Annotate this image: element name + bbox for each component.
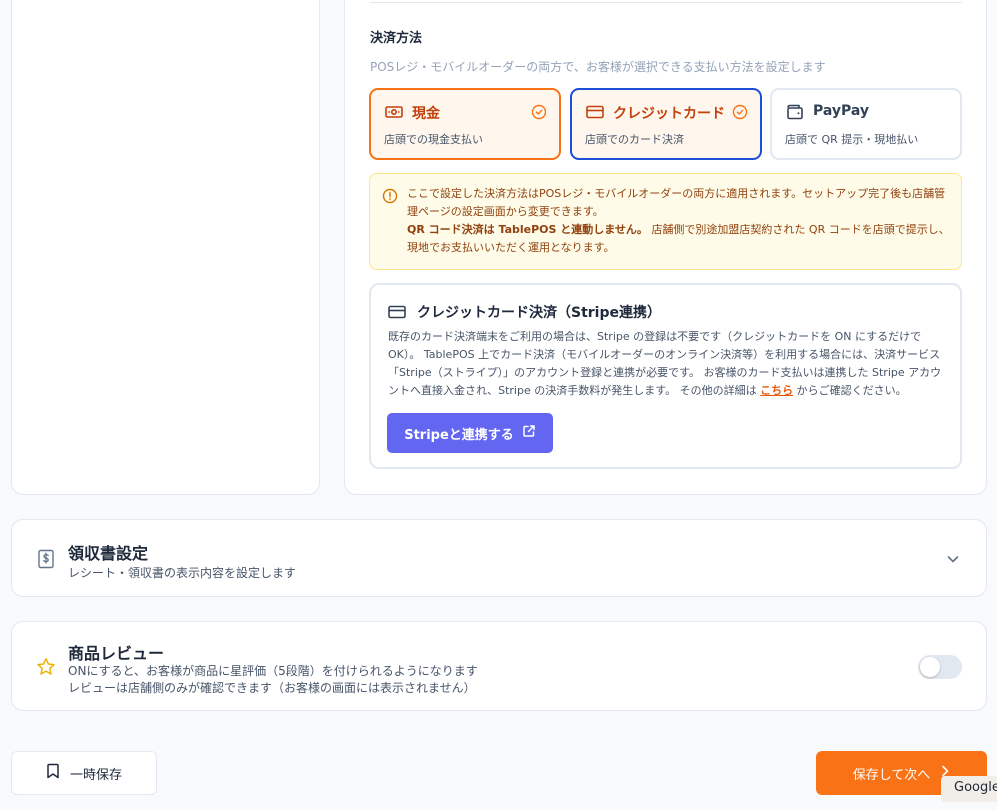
credit-card-icon <box>585 104 605 120</box>
receipt-settings-card[interactable]: 領収書設定 レシート・領収書の表示内容を設定します <box>11 519 987 597</box>
check-circle-icon <box>531 104 547 120</box>
alert-circle-icon <box>382 188 398 204</box>
connect-stripe-label: Stripeと連携する <box>404 427 514 443</box>
stripe-description: 既存のカード決済端末をご利用の場合は、Stripe の登録は不要です（クレジット… <box>388 328 948 400</box>
divider <box>370 2 962 3</box>
product-review-desc: ONにすると、お客様が商品に星評価（5段階）を付けられるようになります <box>68 664 478 678</box>
product-review-card: 商品レビュー ONにすると、お客様が商品に星評価（5段階）を付けられるようになり… <box>11 621 987 711</box>
product-review-toggle[interactable] <box>918 655 962 679</box>
payment-section-subtitle: POSレジ・モバイルオーダーの両方で、お客様が選択できる支払い方法を設定します <box>370 60 826 74</box>
receipt-icon <box>37 549 55 569</box>
notice-emphasis: QR コード決済は TablePOS と連動しません。 <box>407 223 648 236</box>
payment-option-desc: 店頭でのカード決済 <box>585 133 684 146</box>
payment-option-desc: 店頭で QR 提示・現地払い <box>785 133 919 146</box>
receipt-settings-subtitle: レシート・領収書の表示内容を設定します <box>68 566 297 580</box>
payment-option-paypay[interactable]: PayPay 店頭で QR 提示・現地払い <box>770 88 962 160</box>
save-draft-label: 一時保存 <box>69 767 122 783</box>
connect-stripe-button[interactable]: Stripeと連携する <box>387 413 553 453</box>
payment-notice: ここで設定した決済方法はPOSレジ・モバイルオーダーの両方に適用されます。セット… <box>369 173 962 270</box>
stripe-body-text-end: からご確認ください。 <box>796 384 907 397</box>
toggle-knob <box>920 657 940 677</box>
receipt-settings-title: 領収書設定 <box>68 544 149 563</box>
credit-card-icon <box>388 304 408 320</box>
save-and-next-label: 保存して次へ <box>852 767 931 783</box>
stripe-integration-box: クレジットカード決済（Stripe連携） 既存のカード決済端末をご利用の場合は、… <box>369 283 962 469</box>
notice-text: ここで設定した決済方法はPOSレジ・モバイルオーダーの両方に適用されます。セット… <box>407 187 946 218</box>
wallet-icon <box>785 104 805 120</box>
left-panel <box>11 0 320 495</box>
product-review-title: 商品レビュー <box>68 644 165 663</box>
payment-option-label: クレジットカード <box>613 106 725 122</box>
product-review-note: レビューは店舗側のみが確認できます（お客様の画面には表示されません） <box>68 681 476 695</box>
payment-option-cash[interactable]: 現金 店頭での現金支払い <box>369 88 561 160</box>
chevron-down-icon[interactable] <box>946 551 960 565</box>
save-draft-button[interactable]: 一時保存 <box>11 751 157 795</box>
payment-option-label: PayPay <box>813 103 870 119</box>
star-icon <box>36 657 56 677</box>
external-link-icon <box>522 424 536 442</box>
stripe-title: クレジットカード決済（Stripe連携） <box>417 305 661 321</box>
payment-option-credit-card[interactable]: クレジットカード 店頭でのカード決済 <box>570 88 762 160</box>
check-circle-icon <box>732 104 748 120</box>
details-link[interactable]: こちら <box>760 384 793 397</box>
payment-option-desc: 店頭での現金支払い <box>384 133 483 146</box>
cash-icon <box>384 104 404 120</box>
bookmark-icon <box>46 763 60 783</box>
google-translate-tab[interactable]: Google <box>941 776 997 802</box>
payment-option-label: 現金 <box>412 106 440 122</box>
payment-section-title: 決済方法 <box>370 31 423 46</box>
